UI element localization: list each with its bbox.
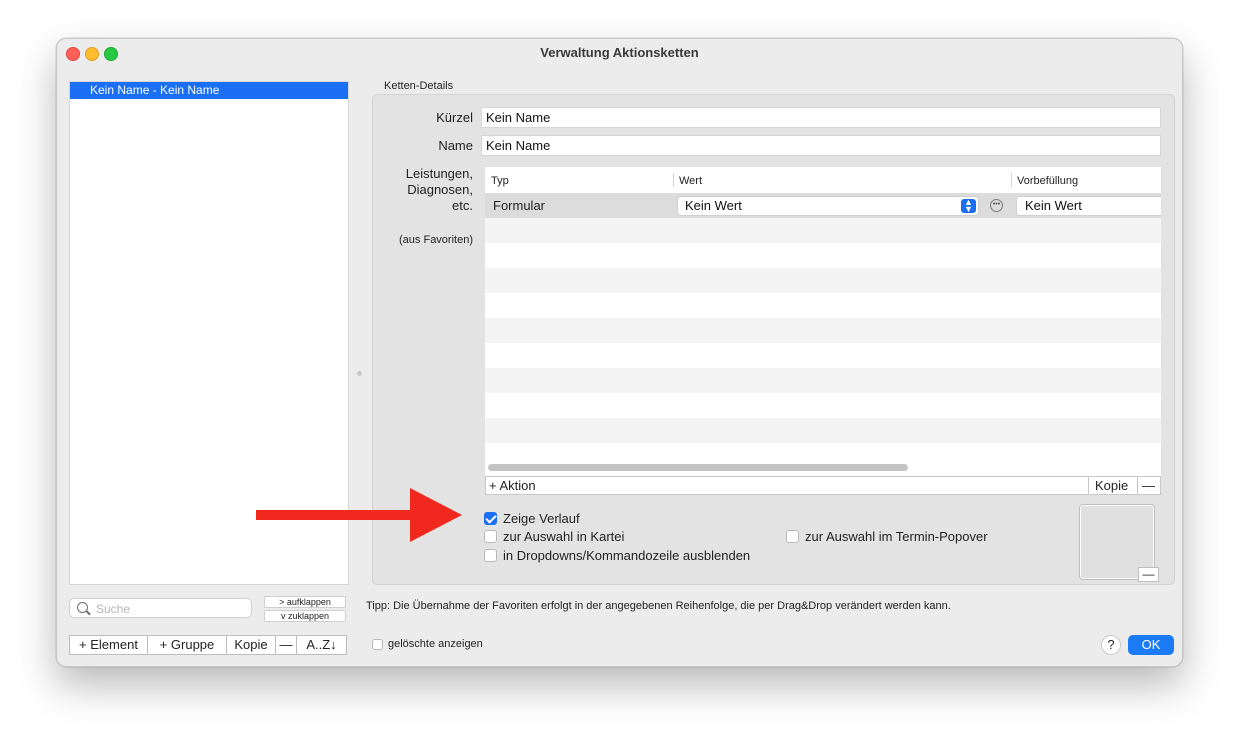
name-field[interactable]: Kein Name [481, 135, 1161, 156]
collapse-all-button[interactable]: v zuklappen [264, 610, 346, 622]
column-header-wert[interactable]: Wert [679, 167, 702, 193]
column-header-typ[interactable]: Typ [491, 167, 509, 193]
table-row [485, 368, 1161, 393]
table-row [485, 343, 1161, 368]
table-row [485, 318, 1161, 343]
remove-element-button[interactable]: — [275, 635, 297, 655]
list-item[interactable]: Kein Name - Kein Name [70, 82, 348, 99]
window-title: Verwaltung Aktionsketten [540, 45, 699, 60]
select-in-termin-label: zur Auswahl im Termin-Popover [805, 529, 988, 544]
arrow-shape [256, 488, 462, 542]
show-history-label: Zeige Verlauf [503, 511, 580, 526]
hide-in-dropdowns-label: in Dropdowns/Kommandozeile ausblenden [503, 548, 751, 563]
kuerzel-field[interactable]: Kein Name [481, 107, 1161, 128]
ok-button[interactable]: OK [1128, 635, 1174, 655]
tip-text: Tipp: Die Übernahme der Favoriten erfolg… [366, 600, 951, 612]
column-header-vorbefuellung[interactable]: Vorbefüllung [1017, 167, 1078, 193]
search-icon [77, 602, 88, 613]
table-row [485, 243, 1161, 268]
hide-in-dropdowns-checkbox[interactable] [484, 549, 497, 562]
more-options-icon[interactable]: ••• [990, 199, 1003, 212]
list-toolbar: + Element + Gruppe Kopie — A..Z↓ [69, 635, 347, 655]
table-row [485, 293, 1161, 318]
services-label: Leistungen, Diagnosen, etc. [405, 166, 473, 213]
title-bar: Verwaltung Aktionsketten [57, 39, 1182, 67]
expand-all-button[interactable]: > aufklappen [264, 596, 346, 608]
group-title: Ketten-Details [384, 80, 454, 92]
remove-action-button[interactable]: — [1142, 477, 1155, 494]
search-field[interactable] [69, 598, 252, 618]
table-row [485, 418, 1161, 443]
wert-popup-value: Kein Wert [685, 198, 742, 213]
vorbefuellung-field[interactable]: Kein Wert [1016, 196, 1161, 216]
favorites-note: (aus Favoriten) [399, 234, 473, 246]
select-in-kartei-label: zur Auswahl in Kartei [503, 529, 625, 544]
cell-typ: Formular [493, 198, 546, 213]
table-row[interactable]: Formular Kein Wert ▲ ▼ ••• Kein Wert [485, 193, 1161, 218]
add-action-button[interactable]: + Aktion [489, 477, 536, 494]
table-row [485, 393, 1161, 418]
actions-table[interactable]: Typ Wert Vorbefüllung Formular Kein Wert… [485, 167, 1161, 476]
show-deleted-checkbox[interactable] [372, 639, 383, 650]
main-window: Verwaltung Aktionsketten Kein Name - Kei… [56, 38, 1183, 667]
table-toolbar: + Aktion Kopie — [485, 476, 1161, 495]
add-group-button[interactable]: + Gruppe [147, 635, 227, 655]
add-element-button[interactable]: + Element [69, 635, 148, 655]
copy-action-button[interactable]: Kopie [1095, 477, 1128, 494]
remove-image-button[interactable]: — [1138, 567, 1159, 582]
chevron-up-down-icon: ▲ ▼ [961, 198, 976, 214]
kuerzel-label: Kürzel [436, 110, 473, 125]
search-input[interactable] [94, 600, 248, 618]
sort-button[interactable]: A..Z↓ [296, 635, 347, 655]
red-arrow-annotation [256, 488, 462, 542]
name-label: Name [438, 138, 473, 153]
show-history-checkbox[interactable] [484, 512, 497, 525]
toolbar-divider [1137, 477, 1138, 494]
split-view-handle[interactable] [357, 371, 362, 376]
table-row [485, 268, 1161, 293]
copy-element-button[interactable]: Kopie [226, 635, 276, 655]
toolbar-divider [1088, 477, 1089, 494]
column-divider [673, 173, 674, 187]
wert-popup[interactable]: Kein Wert ▲ ▼ [677, 196, 979, 216]
select-in-termin-checkbox[interactable] [786, 530, 799, 543]
horizontal-scrollbar[interactable] [488, 464, 908, 471]
help-button[interactable]: ? [1101, 635, 1121, 655]
show-deleted-label: gelöschte anzeigen [388, 638, 483, 650]
select-in-kartei-checkbox[interactable] [484, 530, 497, 543]
column-divider [1011, 173, 1012, 187]
table-row [485, 218, 1161, 243]
